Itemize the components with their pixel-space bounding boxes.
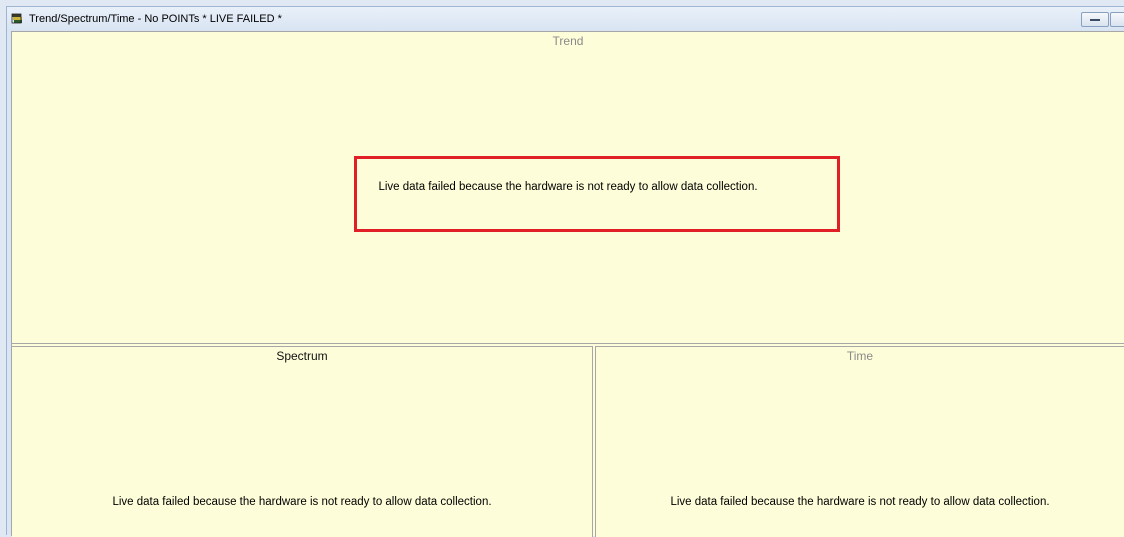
- time-pane-title: Time: [846, 349, 874, 363]
- spectrum-pane[interactable]: Spectrum Live data failed because the ha…: [12, 346, 593, 537]
- time-error-message: Live data failed because the hardware is…: [670, 496, 1050, 508]
- window-title: Trend/Spectrum/Time - No POINTs * LIVE F…: [29, 13, 282, 25]
- time-pane[interactable]: Time Live data failed because the hardwa…: [595, 346, 1124, 537]
- title-bar[interactable]: Trend/Spectrum/Time - No POINTs * LIVE F…: [7, 7, 1124, 31]
- app-window: Trend/Spectrum/Time - No POINTs * LIVE F…: [6, 6, 1124, 537]
- spectrum-error-message: Live data failed because the hardware is…: [112, 496, 492, 508]
- app-icon: [11, 13, 22, 24]
- minimize-icon: [1090, 19, 1100, 21]
- trend-error-message: Live data failed because the hardware is…: [378, 181, 758, 193]
- client-area: Trend Live data failed because the hardw…: [11, 31, 1124, 537]
- trend-pane-title: Trend: [552, 34, 584, 48]
- error-highlight-box: [354, 156, 840, 232]
- minimize-button[interactable]: [1081, 12, 1109, 27]
- trend-pane[interactable]: Trend Live data failed because the hardw…: [12, 32, 1124, 344]
- maximize-button[interactable]: [1110, 12, 1124, 27]
- spectrum-pane-title: Spectrum: [276, 349, 328, 363]
